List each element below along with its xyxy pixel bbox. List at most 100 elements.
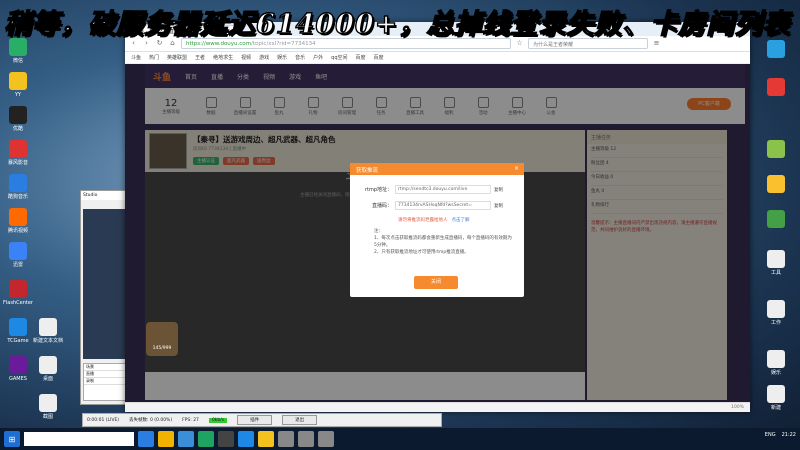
copy-rtmp-button[interactable]: 复制 [494, 187, 503, 193]
file-icon [767, 385, 785, 403]
desktop-icon[interactable]: 迅雷 [0, 242, 36, 268]
bookmark-item[interactable]: 娱乐 [277, 54, 287, 61]
taskbar: ⊞ ENG 21:22 [0, 428, 800, 450]
dialog-warning: 请勿将推流码泄露给他人 点击了解 [398, 217, 470, 223]
start-icon[interactable]: ⊞ [4, 431, 20, 447]
edge-icon[interactable] [138, 431, 154, 447]
browser-icon[interactable] [198, 431, 214, 447]
bookmark-item[interactable]: 热门 [149, 54, 159, 61]
close-icon[interactable]: × [514, 165, 519, 172]
copy-key-button[interactable]: 复制 [494, 203, 503, 209]
clock[interactable]: 21:22 [782, 432, 796, 438]
yy-icon[interactable] [258, 431, 274, 447]
desktop-icon[interactable]: FlashCenter [0, 280, 36, 306]
flash-icon [9, 280, 27, 298]
obs-icon[interactable] [218, 431, 234, 447]
dialog-notes: 注： 1、每次点击获取推流码都会重新生成直播码，每个直播码的有效期为5分钟。 2… [374, 228, 514, 256]
bookmark-item[interactable]: 音乐 [295, 54, 305, 61]
app-icon[interactable] [318, 431, 334, 447]
list-item[interactable]: 直播 [84, 371, 126, 378]
desktop-icon-label: 腾讯视频 [7, 228, 28, 234]
desktop-icon-label: 暴风影音 [7, 160, 28, 166]
desktop-icon-label: 娱乐 [770, 370, 781, 376]
desktop-icon[interactable]: 娱乐 [758, 350, 794, 376]
title-banner: 稍等，破服务器延迟614000+，总掉线登录失败、卡房间列表 [0, 0, 800, 40]
fun-icon [767, 350, 785, 368]
desktop-icon[interactable]: YY [0, 72, 36, 98]
file-icon [39, 394, 57, 412]
bookmark-item[interactable]: qq空间 [331, 54, 347, 61]
desktop-icon[interactable]: 桌面 [30, 356, 66, 382]
desktop-icon-label: 截图 [42, 414, 53, 420]
bookmarks-bar: 斗鱼 热门 英雄联盟 王者 绝地求生 视频 游戏 娱乐 音乐 户外 qq空间 百度 百度 [125, 52, 750, 64]
bookmark-item[interactable]: 游戏 [259, 54, 269, 61]
store-icon[interactable] [178, 431, 194, 447]
obs-fps: FPS: 27 [182, 417, 199, 423]
desktop-icon[interactable]: 酷狗音乐 [0, 174, 36, 200]
qq-icon[interactable] [238, 431, 254, 447]
language-indicator[interactable]: ENG [765, 432, 776, 438]
kugou-icon [9, 174, 27, 192]
desktop-icon[interactable] [758, 40, 794, 60]
bookmark-item[interactable]: 绝地求生 [213, 54, 233, 61]
close-dialog-button[interactable]: 关闭 [414, 276, 458, 289]
warning-link[interactable]: 点击了解 [452, 218, 470, 223]
list-item[interactable]: 录制 [84, 378, 126, 385]
bookmark-item[interactable]: 斗鱼 [131, 54, 141, 61]
bookmark-item[interactable]: 户外 [313, 54, 323, 61]
obs-plugin-button[interactable]: 插件 [237, 415, 273, 425]
bookmark-item[interactable]: 百度 [374, 54, 384, 61]
qq-icon [767, 40, 785, 58]
note-title: 注： [374, 229, 383, 234]
obs-exit-button[interactable]: 退出 [282, 415, 318, 425]
youku-icon [9, 106, 27, 124]
desktop-icon-label: 迅雷 [12, 262, 23, 268]
zoom-level[interactable]: 100% [731, 405, 744, 410]
key-field[interactable]: 7734134rvASHoqNfd?wsSecret= [395, 201, 491, 210]
bookmark-item[interactable]: 百度 [356, 54, 366, 61]
taskbar-search[interactable] [24, 432, 134, 446]
folder-icon[interactable] [158, 431, 174, 447]
tencent-video-icon [9, 208, 27, 226]
desktop-icon-label: 桌面 [42, 376, 53, 382]
desktop-icon[interactable] [758, 78, 794, 98]
obs-window[interactable]: Studio 场景 直播 录制 [80, 190, 130, 405]
obs-time: 0:00:01 (LIVE) [87, 417, 120, 423]
desktop-icon[interactable] [758, 210, 794, 230]
bookmark-item[interactable]: 英雄联盟 [167, 54, 187, 61]
obs-list-title: 场景 [84, 364, 126, 371]
desktop-icon[interactable]: 微信 [0, 38, 36, 64]
bookmark-item[interactable]: 视频 [241, 54, 251, 61]
level-badge: 145/999 [146, 322, 178, 356]
desktop-icon[interactable]: 新建 [758, 385, 794, 411]
app-icon[interactable] [278, 431, 294, 447]
chrome-icon [767, 210, 785, 228]
desktop-icon[interactable]: 腾讯视频 [0, 208, 36, 234]
app-icon[interactable] [298, 431, 314, 447]
dialog-header: 获取推流 × [350, 163, 524, 175]
bookmark-item[interactable]: 王者 [195, 54, 205, 61]
warning-text: 请勿将推流码泄露给他人 [398, 218, 448, 223]
douyu-page: 斗鱼 首页 直播 分类 视频 游戏 鱼吧 12 主播等级 数据 直播间设置 鱼丸 礼物 房间管理任… [125, 64, 750, 412]
note-2: 2、只有获取推流地址才可使用rtmp推流直播。 [374, 250, 469, 255]
chrome-icon [767, 78, 785, 96]
note-1: 1、每次点击获取推流码都会重新生成直播码，每个直播码的有效期为5分钟。 [374, 236, 512, 248]
desktop-icon[interactable]: 优酷 [0, 106, 36, 132]
rtmp-field[interactable]: rtmp://sendtc3.douyu.com/live [395, 185, 491, 194]
obs-dropped: 丢失帧数: 0 (0.00%) [129, 418, 173, 423]
rtmp-label: rtmp地址： [364, 187, 392, 193]
desktop-icon-label: 新建 [770, 405, 781, 411]
obs-scene-list[interactable]: 场景 直播 录制 [83, 363, 127, 401]
desktop-icon[interactable] [758, 140, 794, 160]
key-row: 直播码： 7734134rvASHoqNfd?wsSecret= 复制 [356, 201, 503, 210]
desktop-icon[interactable]: 工作 [758, 300, 794, 326]
desktop-icon[interactable]: 新建文本文档 [30, 318, 66, 344]
desktop-icon[interactable]: 截图 [30, 394, 66, 420]
desktop-icon[interactable] [758, 175, 794, 195]
tool-icon [767, 250, 785, 268]
desktop-icon[interactable]: 暴风影音 [0, 140, 36, 166]
desktop-icon-label: 新建文本文档 [32, 338, 63, 344]
desktop-icon-label: YY [14, 92, 22, 98]
desktop-icon[interactable]: 工具 [758, 250, 794, 276]
app-icon [767, 140, 785, 158]
